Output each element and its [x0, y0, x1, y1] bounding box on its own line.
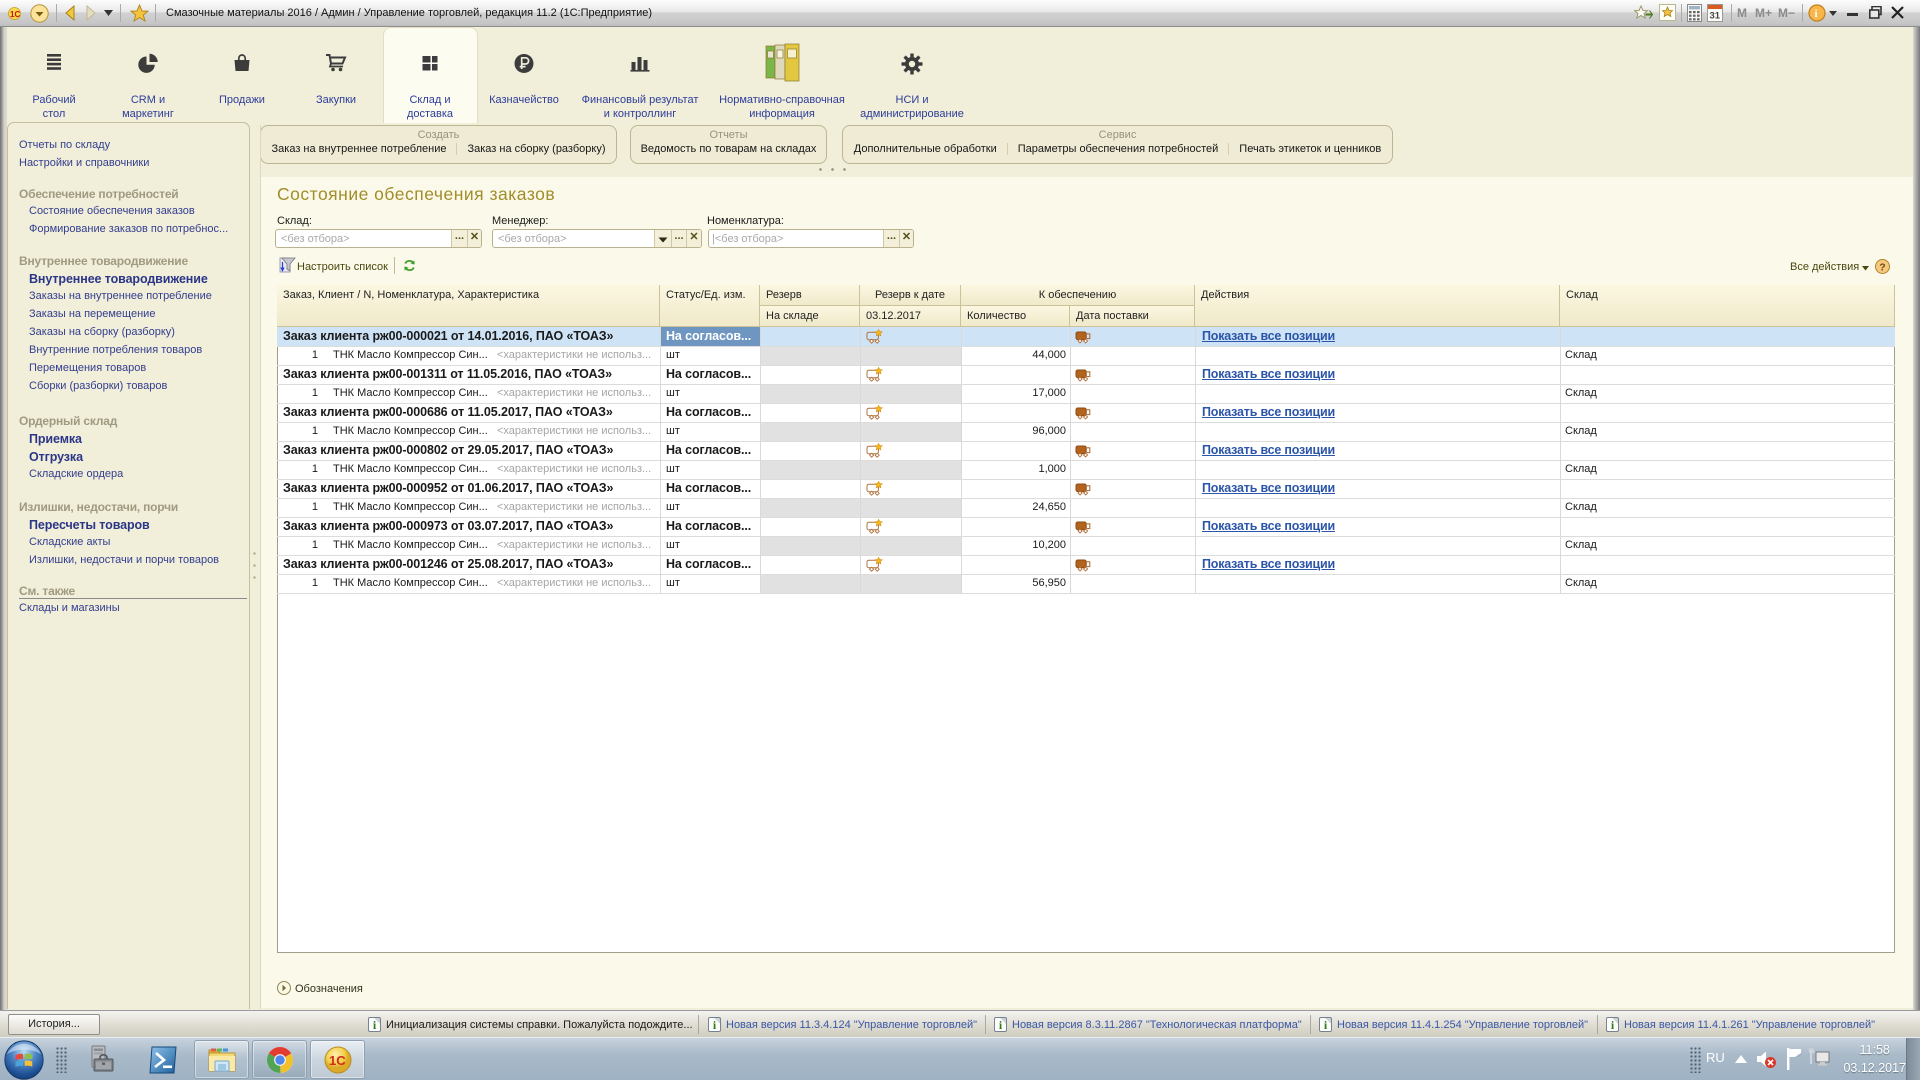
svg-text:1C: 1C	[10, 10, 20, 19]
svg-text:i: i	[1815, 8, 1818, 20]
svg-text:31: 31	[1710, 11, 1721, 22]
svg-text:?: ?	[1879, 261, 1885, 273]
svg-text:1С: 1С	[329, 1053, 346, 1068]
